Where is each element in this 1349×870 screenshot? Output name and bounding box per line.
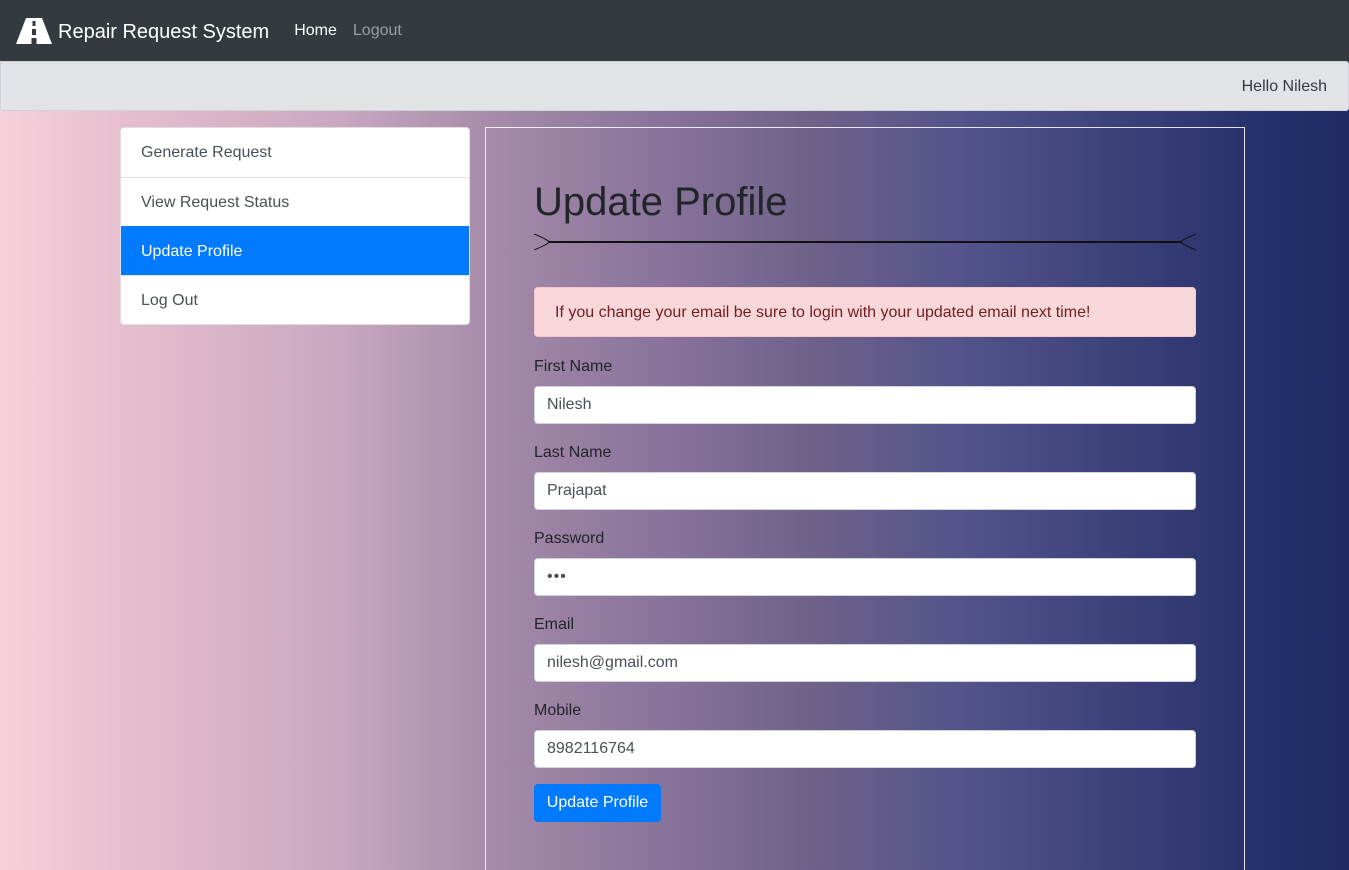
greeting-bar: Hello Nilesh [0, 61, 1349, 111]
sidebar-menu: Generate Request View Request Status Upd… [120, 127, 470, 325]
first-name-input[interactable] [534, 386, 1196, 424]
greeting-text: Hello Nilesh [1241, 78, 1327, 95]
road-icon [16, 17, 52, 44]
sidebar-item-generate-request[interactable]: Generate Request [121, 128, 469, 177]
sidebar-item-update-profile[interactable]: Update Profile [121, 226, 469, 275]
title-divider [534, 233, 1196, 250]
email-input[interactable] [534, 644, 1196, 682]
sidebar-item-log-out[interactable]: Log Out [121, 275, 469, 324]
last-name-input[interactable] [534, 472, 1196, 510]
sidebar-item-view-request-status[interactable]: View Request Status [121, 177, 469, 226]
update-profile-button[interactable]: Update Profile [534, 784, 661, 822]
mobile-label: Mobile [534, 702, 582, 719]
mobile-input[interactable] [534, 730, 1196, 768]
first-name-label: First Name [534, 358, 613, 375]
profile-card: Update Profile If you change your email … [485, 127, 1245, 870]
email-change-alert: If you change your email be sure to logi… [534, 287, 1196, 337]
last-name-label: Last Name [534, 444, 612, 461]
page-title: Update Profile [534, 180, 788, 224]
nav-logout-link[interactable]: Logout [353, 22, 402, 40]
top-navbar: Repair Request System Home Logout [0, 0, 1349, 61]
nav-home-link[interactable]: Home [294, 22, 337, 40]
password-label: Password [534, 530, 605, 547]
email-label: Email [534, 616, 575, 633]
password-input[interactable] [534, 558, 1196, 596]
brand-title: Repair Request System [58, 20, 270, 43]
brand[interactable]: Repair Request System [16, 17, 270, 44]
